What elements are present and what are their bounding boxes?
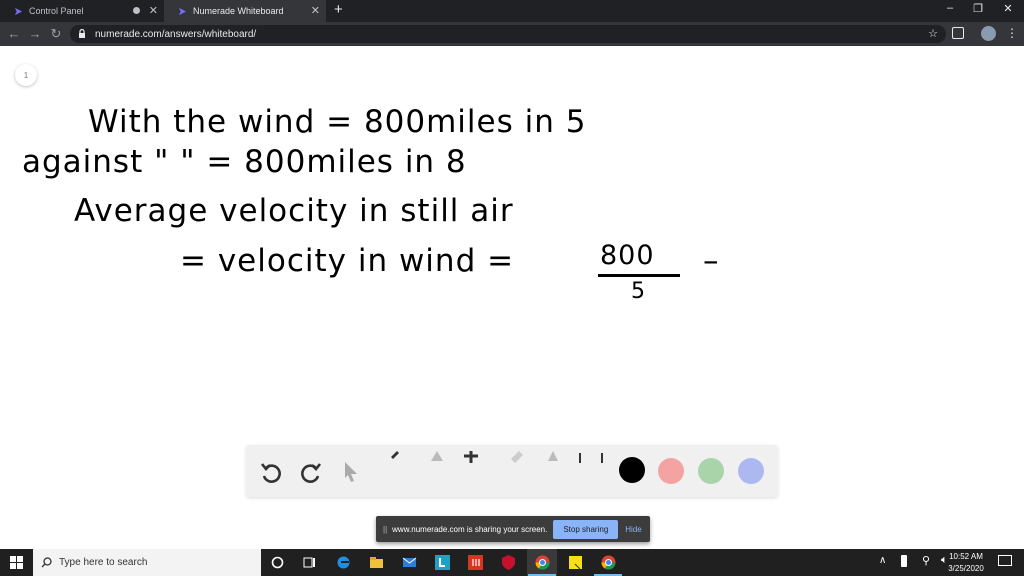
shapes-icon[interactable] <box>424 451 450 463</box>
tab-title: Numerade Whiteboard <box>193 6 284 16</box>
file-explorer-icon[interactable] <box>368 554 385 571</box>
show-hidden-icons-chevron-icon[interactable]: ∧ <box>879 555 886 566</box>
mail-icon[interactable] <box>401 554 418 571</box>
clock-time[interactable]: 10:52 AM <box>936 552 996 561</box>
reload-button[interactable]: ↻ <box>48 26 64 42</box>
windows-taskbar: Type here to search ∧ ⚲ 🔈︎ 10:52 AM 3/25… <box>0 549 1024 576</box>
handwritten-line-3: Average velocity in still air <box>74 193 514 229</box>
numerade-logo-icon <box>14 7 23 15</box>
numerade-logo-icon <box>178 7 187 15</box>
task-view-icon[interactable] <box>301 554 318 571</box>
tab-control-panel[interactable]: Control Panel ✕ <box>0 0 164 22</box>
search-placeholder: Type here to search <box>59 557 148 568</box>
handwritten-line-2: against " " = 800miles in 8 <box>22 144 467 180</box>
close-tab-icon[interactable]: ✕ <box>149 4 158 17</box>
browser-tab-strip: Control Panel ✕ Numerade Whiteboard ✕ + … <box>0 0 1024 22</box>
color-blue-swatch[interactable] <box>738 458 764 484</box>
edge-icon[interactable] <box>335 554 352 571</box>
image-icon[interactable] <box>578 453 604 463</box>
avatar[interactable] <box>981 26 996 41</box>
page-number-badge[interactable]: 1 <box>15 64 37 86</box>
undo-icon[interactable] <box>258 459 284 485</box>
add-icon[interactable] <box>458 451 484 463</box>
handwritten-line-1: With the wind = 800miles in 5 <box>88 104 587 140</box>
bookmark-star-icon[interactable]: ☆ <box>928 27 938 40</box>
minus-sign: – <box>703 243 720 279</box>
fraction-numerator: 800 <box>600 240 655 271</box>
extension-icon[interactable] <box>952 27 964 39</box>
stop-sharing-button[interactable]: Stop sharing <box>553 519 619 539</box>
app-red-icon[interactable] <box>467 554 484 571</box>
sticky-notes-icon[interactable] <box>567 554 584 571</box>
tab-title: Control Panel <box>29 6 84 16</box>
url-text: numerade.com/answers/whiteboard/ <box>95 28 257 40</box>
tab-numerade-whiteboard[interactable]: Numerade Whiteboard ✕ <box>164 0 326 22</box>
pointer-icon[interactable] <box>338 459 364 485</box>
pen-icon[interactable] <box>382 451 408 463</box>
minimize-button[interactable]: – <box>936 2 964 14</box>
network-icon[interactable]: ⚲ <box>922 554 930 567</box>
restore-button[interactable]: ❐ <box>964 2 992 15</box>
sharing-message: www.numerade.com is sharing your screen. <box>392 524 548 534</box>
eraser-icon[interactable] <box>504 451 530 463</box>
fraction-denominator: 5 <box>631 279 646 304</box>
browser-toolbar: ← → ↻ numerade.com/answers/whiteboard/ ☆… <box>0 22 1024 46</box>
chrome-second-icon[interactable] <box>600 554 617 571</box>
app-l-icon[interactable] <box>434 554 451 571</box>
forward-button[interactable]: → <box>27 26 43 41</box>
color-black-swatch[interactable] <box>619 457 645 483</box>
usb-device-icon[interactable] <box>901 555 907 567</box>
redo-icon[interactable] <box>298 459 324 485</box>
new-tab-button[interactable]: + <box>334 1 343 18</box>
clock-date[interactable]: 3/25/2020 <box>936 564 996 573</box>
drawing-toolbar <box>246 445 778 497</box>
close-tab-icon[interactable]: ✕ <box>311 4 320 17</box>
color-red-swatch[interactable] <box>658 458 684 484</box>
address-bar[interactable]: numerade.com/answers/whiteboard/ ☆ <box>70 25 946 43</box>
notifications-icon[interactable] <box>998 555 1012 566</box>
back-button[interactable]: ← <box>6 26 22 41</box>
fraction-bar <box>598 274 680 277</box>
windows-start-icon[interactable] <box>10 556 23 569</box>
recording-icon <box>133 7 140 14</box>
cortana-icon[interactable] <box>269 554 286 571</box>
lock-icon <box>79 29 85 38</box>
taskbar-search-input[interactable]: Type here to search <box>33 549 261 576</box>
hide-button[interactable]: Hide <box>625 525 641 534</box>
search-icon <box>41 557 52 568</box>
close-window-button[interactable]: ✕ <box>994 2 1022 15</box>
chrome-icon[interactable] <box>534 554 551 571</box>
screen-sharing-bar: || www.numerade.com is sharing your scre… <box>376 516 650 542</box>
highlighter-icon[interactable] <box>540 451 566 463</box>
mcafee-icon[interactable] <box>500 554 517 571</box>
handwritten-line-4: = velocity in wind = <box>180 243 515 279</box>
color-green-swatch[interactable] <box>698 458 724 484</box>
drag-handle-icon[interactable]: || <box>383 525 387 534</box>
menu-icon[interactable]: ⋮ <box>1006 26 1018 40</box>
